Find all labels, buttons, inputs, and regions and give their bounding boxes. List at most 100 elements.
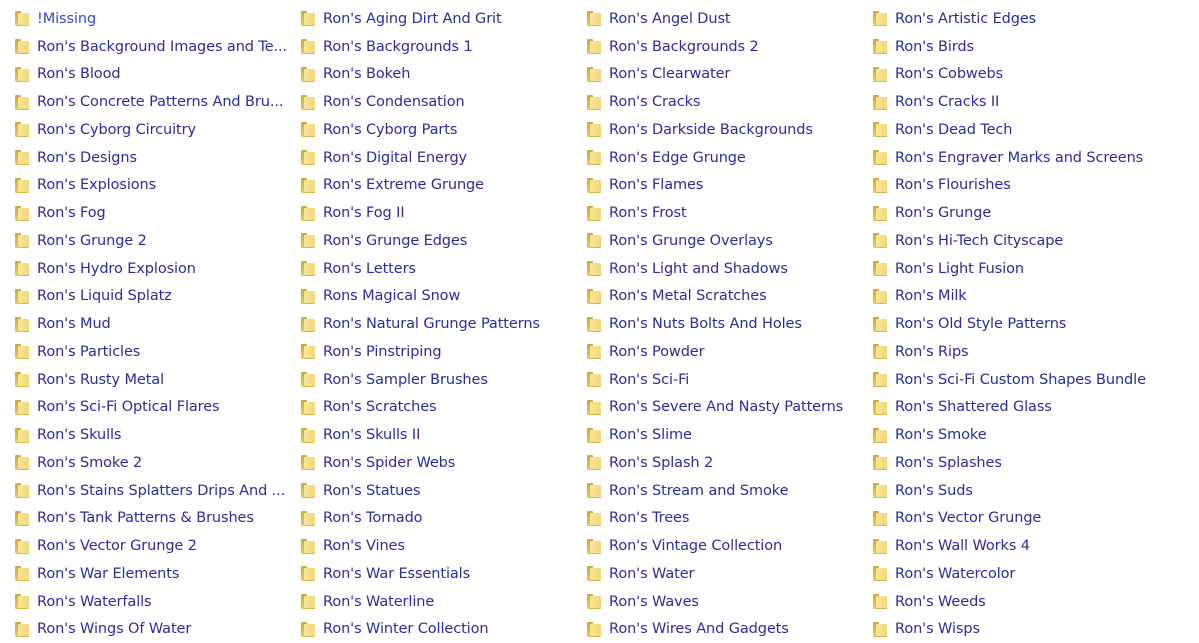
folder-item[interactable]: Ron's Skulls [14,421,300,449]
folder-item[interactable]: Ron's Darkside Backgrounds [586,116,872,144]
folder-item[interactable]: Rons Magical Snow [300,283,586,311]
folder-item[interactable]: Ron's Angel Dust [586,5,872,33]
folder-item[interactable]: Ron's Cracks [586,88,872,116]
folder-item[interactable]: Ron's Flames [586,172,872,200]
folder-item[interactable]: Ron's War Elements [14,560,300,588]
folder-item[interactable]: Ron's Mud [14,310,300,338]
folder-item[interactable]: Ron's Extreme Grunge [300,172,586,200]
folder-item[interactable]: Ron's Nuts Bolts And Holes [586,310,872,338]
folder-item[interactable]: Ron's Powder [586,338,872,366]
folder-item[interactable]: Ron's Watercolor [872,560,1158,588]
folder-icon [14,399,30,415]
folder-item[interactable]: Ron's Wires And Gadgets [586,616,872,643]
folder-item[interactable]: Ron's Waterline [300,588,586,616]
folder-name: Ron's War Essentials [323,565,471,582]
folder-item[interactable]: Ron's Metal Scratches [586,283,872,311]
folder-item[interactable]: !Missing [14,5,300,33]
folder-item[interactable]: Ron's Tornado [300,505,586,533]
folder-item[interactable]: Ron's Smoke [872,421,1158,449]
folder-name: Ron's Light and Shadows [609,260,788,277]
folder-item[interactable]: Ron's Hi-Tech Cityscape [872,227,1158,255]
folder-item[interactable]: Ron's Statues [300,477,586,505]
folder-item[interactable]: Ron's Rusty Metal [14,366,300,394]
folder-item[interactable]: Ron's Wall Works 4 [872,532,1158,560]
folder-item[interactable]: Ron's Designs [14,144,300,172]
folder-item[interactable]: Ron's Weeds [872,588,1158,616]
folder-item[interactable]: Ron's Grunge [872,199,1158,227]
folder-item[interactable]: Ron's Liquid Splatz [14,283,300,311]
folder-item[interactable]: Ron's Backgrounds 2 [586,33,872,61]
folder-item[interactable]: Ron's Bokeh [300,61,586,89]
folder-item[interactable]: Ron's Clearwater [586,61,872,89]
folder-item[interactable]: Ron's Wings Of Water [14,616,300,643]
folder-item[interactable]: Ron's Slime [586,421,872,449]
folder-item[interactable]: Ron's Water [586,560,872,588]
folder-item[interactable]: Ron's Spider Webs [300,449,586,477]
folder-item[interactable]: Ron's Shattered Glass [872,394,1158,422]
folder-item[interactable]: Ron's Winter Collection [300,616,586,643]
folder-item[interactable]: Ron's Waves [586,588,872,616]
folder-item[interactable]: Ron's Vines [300,532,586,560]
folder-item[interactable]: Ron's Edge Grunge [586,144,872,172]
folder-item[interactable]: Ron's Sampler Brushes [300,366,586,394]
folder-name: Ron's Skulls [37,427,122,444]
folder-item[interactable]: Ron's Condensation [300,88,586,116]
folder-item[interactable]: Ron's Digital Energy [300,144,586,172]
folder-item[interactable]: Ron's Fog [14,199,300,227]
folder-item[interactable]: Ron's Stains Splatters Drips And ... [14,477,300,505]
folder-item[interactable]: Ron's Sci-Fi [586,366,872,394]
folder-icon [14,510,30,526]
folder-item[interactable]: Ron's Vintage Collection [586,532,872,560]
folder-item[interactable]: Ron's Flourishes [872,172,1158,200]
folder-item[interactable]: Ron's Grunge Overlays [586,227,872,255]
folder-item[interactable]: Ron's Sci-Fi Custom Shapes Bundle [872,366,1158,394]
folder-item[interactable]: Ron's Splashes [872,449,1158,477]
folder-item[interactable]: Ron's Backgrounds 1 [300,33,586,61]
folder-item[interactable]: Ron's Suds [872,477,1158,505]
folder-item[interactable]: Ron's Dead Tech [872,116,1158,144]
folder-name: Ron's Tornado [323,510,423,527]
folder-item[interactable]: Ron's Explosions [14,172,300,200]
folder-item[interactable]: Ron's Vector Grunge [872,505,1158,533]
folder-item[interactable]: Ron's War Essentials [300,560,586,588]
folder-item[interactable]: Ron's Milk [872,283,1158,311]
folder-item[interactable]: Ron's Fog II [300,199,586,227]
folder-item[interactable]: Ron's Cyborg Parts [300,116,586,144]
folder-item[interactable]: Ron's Sci-Fi Optical Flares [14,394,300,422]
folder-item[interactable]: Ron's Old Style Patterns [872,310,1158,338]
folder-item[interactable]: Ron's Blood [14,61,300,89]
folder-item[interactable]: Ron's Severe And Nasty Patterns [586,394,872,422]
folder-item[interactable]: Ron's Tank Patterns & Brushes [14,505,300,533]
folder-name: Ron's Metal Scratches [609,288,767,305]
folder-item[interactable]: Ron's Cracks II [872,88,1158,116]
folder-item[interactable]: Ron's Concrete Patterns And Bru... [14,88,300,116]
folder-item[interactable]: Ron's Grunge 2 [14,227,300,255]
folder-item[interactable]: Ron's Hydro Explosion [14,255,300,283]
folder-item[interactable]: Ron's Light Fusion [872,255,1158,283]
folder-item[interactable]: Ron's Background Images and Te... [14,33,300,61]
folder-item[interactable]: Ron's Stream and Smoke [586,477,872,505]
folder-item[interactable]: Ron's Artistic Edges [872,5,1158,33]
folder-item[interactable]: Ron's Smoke 2 [14,449,300,477]
folder-item[interactable]: Ron's Letters [300,255,586,283]
folder-item[interactable]: Ron's Frost [586,199,872,227]
folder-item[interactable]: Ron's Particles [14,338,300,366]
folder-item[interactable]: Ron's Splash 2 [586,449,872,477]
folder-item[interactable]: Ron's Pinstriping [300,338,586,366]
folder-item[interactable]: Ron's Waterfalls [14,588,300,616]
folder-item[interactable]: Ron's Scratches [300,394,586,422]
folder-item[interactable]: Ron's Trees [586,505,872,533]
folder-item[interactable]: Ron's Grunge Edges [300,227,586,255]
folder-icon [872,205,888,221]
folder-item[interactable]: Ron's Cyborg Circuitry [14,116,300,144]
folder-item[interactable]: Ron's Light and Shadows [586,255,872,283]
folder-item[interactable]: Ron's Wisps [872,616,1158,643]
folder-item[interactable]: Ron's Cobwebs [872,61,1158,89]
folder-item[interactable]: Ron's Engraver Marks and Screens [872,144,1158,172]
folder-item[interactable]: Ron's Natural Grunge Patterns [300,310,586,338]
folder-item[interactable]: Ron's Aging Dirt And Grit [300,5,586,33]
folder-item[interactable]: Ron's Vector Grunge 2 [14,532,300,560]
folder-item[interactable]: Ron's Birds [872,33,1158,61]
folder-item[interactable]: Ron's Skulls II [300,421,586,449]
folder-item[interactable]: Ron's Rips [872,338,1158,366]
